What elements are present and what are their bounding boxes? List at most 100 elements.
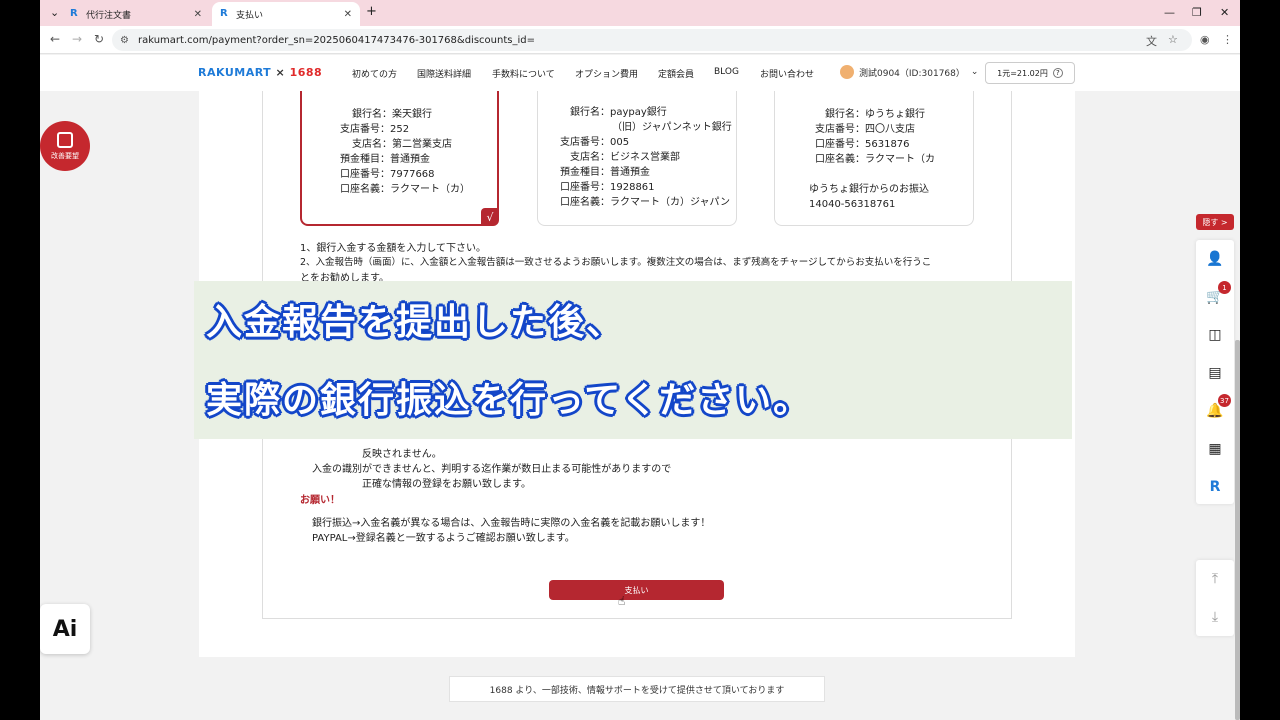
site-info-icon[interactable]: ⚙ xyxy=(120,35,129,46)
bank-line xyxy=(775,167,973,182)
forward-icon[interactable]: → xyxy=(72,32,82,46)
site-header: RAKUMART × 1688 初めての方 国際送料詳細 手数料について オプシ… xyxy=(40,55,1240,91)
tab-title: 支払い xyxy=(236,10,264,21)
scroll-bottom-icon[interactable]: ⤓ xyxy=(1196,598,1234,636)
bank-line: 支店番号：252 xyxy=(340,124,410,135)
logo-partner: 1688 xyxy=(289,66,323,79)
tab-title: 代行注文書 xyxy=(86,10,132,21)
nav-beginners[interactable]: 初めての方 xyxy=(352,67,397,80)
notification-badge: 37 xyxy=(1218,394,1231,407)
note-accurate: 正確な情報の登録をお願い致します。 xyxy=(362,479,531,490)
bank-line: 口座番号：5631876 xyxy=(815,139,910,150)
address-bar: ← → ↻ ⚙ rakumart.com/payment?order_sn=20… xyxy=(40,26,1240,54)
help-icon[interactable]: ? xyxy=(1052,68,1063,78)
scroll-controls: ⤒ ⤓ xyxy=(1196,560,1234,636)
improvement-label: 改善要望 xyxy=(51,151,79,160)
note-identify: 入金の識別ができませんと、判明する迄作業が数日止まる可能性がありますので xyxy=(312,464,672,475)
footer-note: 1688 より、一部技術、情報サポートを受けて提供させて頂いております xyxy=(449,676,825,702)
exchange-rate: 1元=21.02円 xyxy=(997,68,1048,78)
improvement-request-button[interactable]: 改善要望 xyxy=(40,121,90,171)
bank-line: 銀行名：paypay銀行 xyxy=(570,107,667,118)
nav-fees[interactable]: 手数料について xyxy=(492,67,555,80)
nav-contact[interactable]: お問い合わせ xyxy=(760,67,814,80)
avatar xyxy=(840,65,854,79)
cursor-hand-icon: ☝ xyxy=(618,594,626,608)
tab-bar: ⌄ R 代行注文書 ✕ R 支払い ✕ + — ❐ ✕ xyxy=(40,0,1240,26)
bank-line: 支店名：第二営業支店 xyxy=(352,139,452,150)
cart-badge: 1 xyxy=(1218,281,1231,294)
note-step-1: 1、銀行入金する金額を入力して下さい。 xyxy=(300,243,487,254)
profile-icon[interactable]: ◉ xyxy=(1200,33,1210,46)
user-icon[interactable]: 👤 xyxy=(1196,240,1234,278)
tab-list-icon[interactable]: ⌄ xyxy=(50,6,59,19)
selected-check-icon: √ xyxy=(481,208,499,226)
bank-line: 口座名義：ラクマート（カ）ジャパン xyxy=(560,197,730,208)
maximize-icon[interactable]: ❐ xyxy=(1192,6,1202,19)
note-step-2: 2、入金報告時（画面）に、入金額と入金報告額は一致させるようお願いします。複数注… xyxy=(300,257,932,268)
back-icon[interactable]: ← xyxy=(50,32,60,46)
minimize-icon[interactable]: — xyxy=(1164,6,1175,19)
bank-line: 銀行名：ゆうちょ銀行 xyxy=(825,109,925,120)
request-title: お願い！ xyxy=(300,495,340,506)
bank-line: 銀行名：楽天銀行 xyxy=(352,109,432,120)
note-reflected: 反映されません。 xyxy=(362,449,442,460)
menu-icon[interactable]: ⋮ xyxy=(1222,33,1233,46)
bank-line: ゆうちょ銀行からのお振込 xyxy=(809,184,929,195)
site-logo[interactable]: RAKUMART × 1688 xyxy=(198,66,322,79)
pay-button[interactable]: 支払い xyxy=(549,580,724,600)
url-text: rakumart.com/payment?order_sn=2025060417… xyxy=(138,34,535,46)
request-bank: 銀行振込→入金名義が異なる場合は、入金報告時に実際の入金名義を記載お願いします！ xyxy=(312,518,711,529)
nav-blog[interactable]: BLOG xyxy=(714,67,739,77)
nav-options[interactable]: オプション費用 xyxy=(575,67,638,80)
bank-line: 支店番号：四〇八支店 xyxy=(815,124,915,135)
document-icon[interactable]: ▦ xyxy=(1196,430,1234,468)
rakumart-favicon-icon: R xyxy=(70,8,78,19)
bookmark-star-icon[interactable]: ☆ xyxy=(1168,33,1178,46)
rakumart-favicon-icon: R xyxy=(220,8,228,19)
caption-line-1: 入金報告を提出した後、 xyxy=(206,302,625,343)
bank-line: 口座番号：7977668 xyxy=(340,169,435,180)
rakumart-app-icon[interactable]: R xyxy=(1196,468,1234,506)
translate-icon[interactable]: 文 xyxy=(1146,33,1157,49)
nav-membership[interactable]: 定額会員 xyxy=(658,67,694,80)
bank-line: （旧）ジャパンネット銀行 xyxy=(612,122,732,133)
chevron-down-icon: ⌄ xyxy=(970,67,979,77)
bank-option-yucho[interactable]: 銀行名：ゆうちょ銀行 支店番号：四〇八支店 口座番号：5631876 口座名義：… xyxy=(774,91,974,226)
logo-separator: × xyxy=(271,66,290,79)
bank-line: 支店番号：005 xyxy=(560,137,630,148)
bank-line: 口座名義：ラクマート（カ xyxy=(815,154,935,165)
user-menu[interactable]: 測試0904（ID:301768） ⌄ xyxy=(840,65,978,79)
page-scrollbar[interactable] xyxy=(1235,340,1240,720)
bank-line: 口座名義：ラクマート（カ） xyxy=(340,184,470,195)
calendar-icon[interactable]: ▤ xyxy=(1196,354,1234,392)
bank-line: 預金種目：普通預金 xyxy=(560,167,650,178)
bank-option-paypay[interactable]: 銀行名：paypay銀行 （旧）ジャパンネット銀行 支店番号：005 支店名：ビ… xyxy=(537,91,737,226)
compare-icon[interactable]: ◫ xyxy=(1196,316,1234,354)
user-name: 測試0904（ID:301768） xyxy=(859,68,965,79)
right-sidebar: 👤 🛒 1 ◫ ▤ 🔔 37 ▦ R xyxy=(1196,240,1234,504)
ai-assistant-button[interactable]: Ai xyxy=(40,604,90,654)
request-paypal: PAYPAL→登録名義と一致するようご確認お願い致します。 xyxy=(312,533,575,544)
close-icon[interactable]: ✕ xyxy=(344,9,352,20)
tab-payment[interactable]: R 支払い ✕ xyxy=(212,2,360,26)
caption-line-2: 実際の銀行振込を行ってください。 xyxy=(206,380,812,421)
scroll-top-icon[interactable]: ⤒ xyxy=(1196,560,1234,598)
video-caption: 入金報告を提出した後、 実際の銀行振込を行ってください。 xyxy=(194,281,1072,439)
hide-sidebar-button[interactable]: 隠す > xyxy=(1196,214,1234,230)
bank-line: 14040-56318761 xyxy=(809,199,896,210)
reload-icon[interactable]: ↻ xyxy=(94,32,104,46)
bank-line: 支店名：ビジネス営業部 xyxy=(570,152,680,163)
nav-shipping[interactable]: 国際送料詳細 xyxy=(417,67,471,80)
close-icon[interactable]: ✕ xyxy=(194,9,202,20)
browser-window: ⌄ R 代行注文書 ✕ R 支払い ✕ + — ❐ ✕ ← → ↻ ⚙ raku… xyxy=(40,0,1240,720)
exchange-rate-badge: 1元=21.02円 ? xyxy=(985,62,1075,84)
bank-line: 口座番号：1928861 xyxy=(560,182,655,193)
tab-order[interactable]: R 代行注文書 ✕ xyxy=(62,2,210,26)
window-close-icon[interactable]: ✕ xyxy=(1220,6,1229,19)
url-field[interactable]: ⚙ rakumart.com/payment?order_sn=20250604… xyxy=(112,29,1192,51)
new-tab-icon[interactable]: + xyxy=(366,4,377,19)
bank-line: 預金種目：普通預金 xyxy=(340,154,430,165)
logo-main: RAKUMART xyxy=(198,66,272,79)
edit-icon xyxy=(57,131,73,148)
bank-option-rakuten[interactable]: 銀行名：楽天銀行 支店番号：252 支店名：第二営業支店 預金種目：普通預金 口… xyxy=(300,91,499,226)
